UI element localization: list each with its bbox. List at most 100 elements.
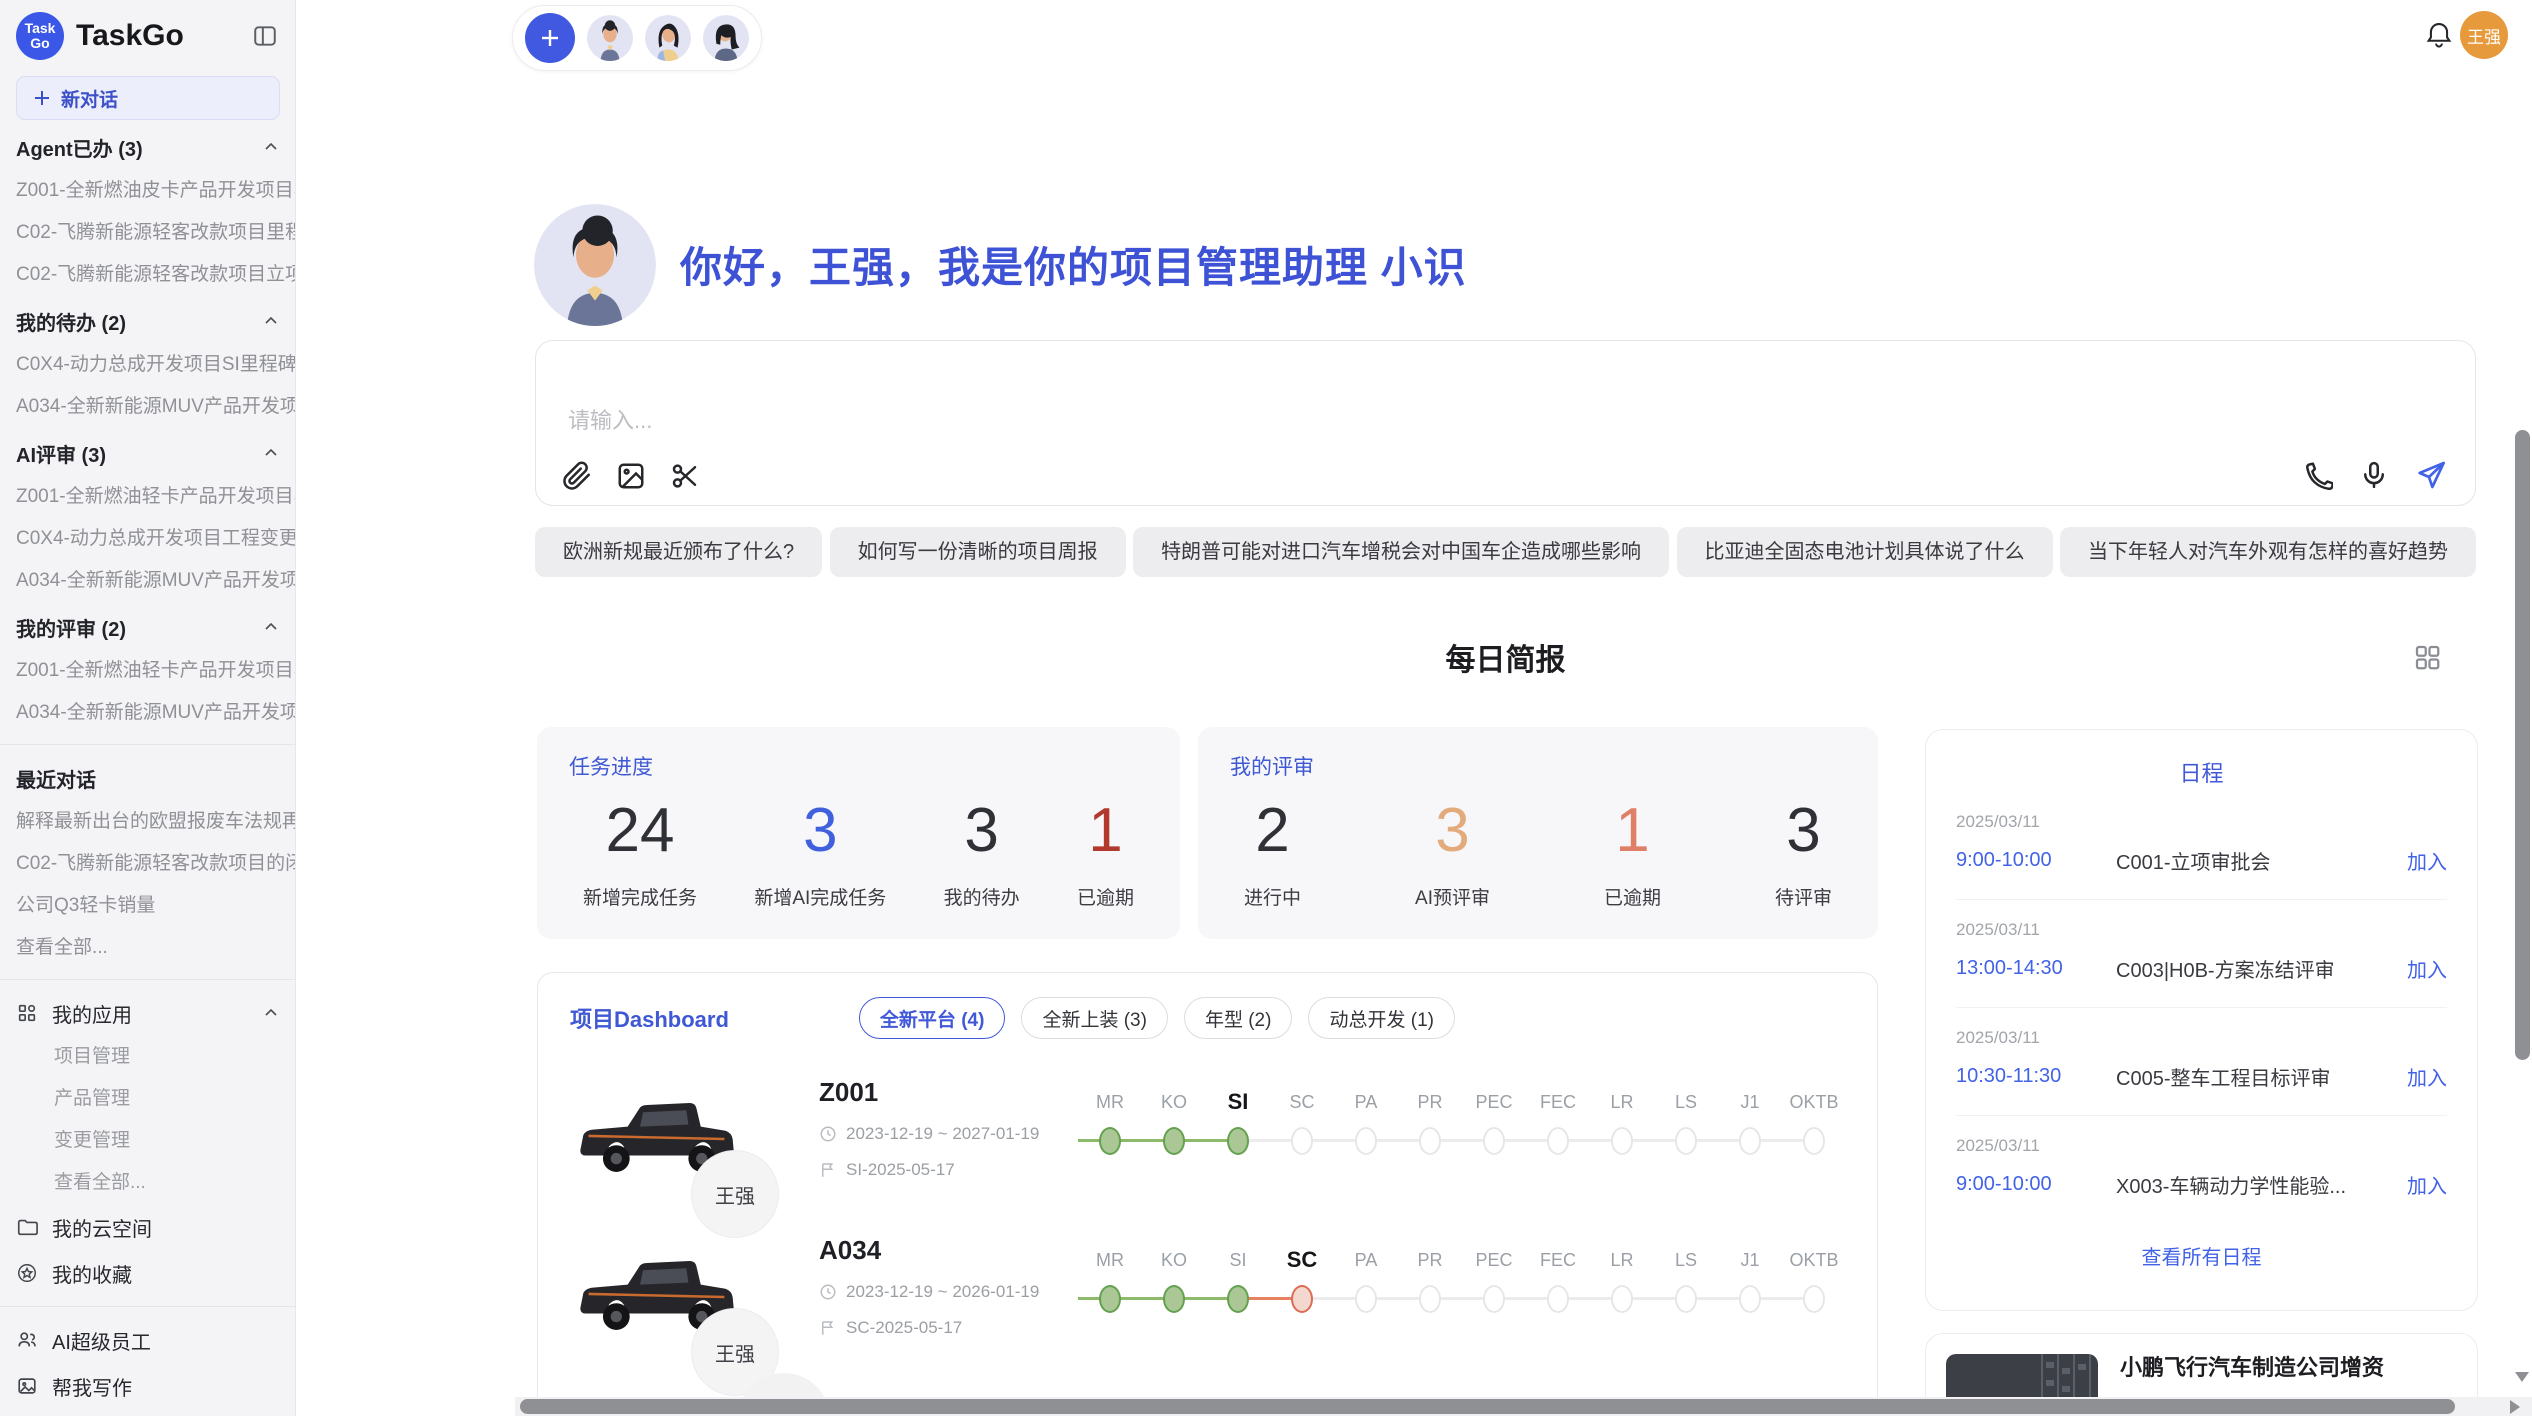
project-row[interactable]: 王强 Z001 2023-12-19 ~ 2027-01-19 SI-2025-… xyxy=(570,1073,1845,1231)
dashboard-tab[interactable]: 全新平台 (4) xyxy=(859,997,1006,1039)
project-flag-milestone: SC-2025-05-17 xyxy=(819,1318,1072,1338)
sidebar-item-ai-staff[interactable]: AI超级员工 xyxy=(0,1317,295,1363)
event-join-link[interactable]: 加入 xyxy=(2407,954,2447,983)
stat-item: 3 AI预评审 xyxy=(1415,797,1490,910)
notifications-bell-icon[interactable] xyxy=(2424,20,2454,50)
sidebar-item-help-write[interactable]: 帮我写作 xyxy=(0,1363,295,1409)
recent-chat-item[interactable]: 解释最新出台的欧盟报废车法规再生塑料比例被调至15%... xyxy=(0,801,295,843)
milestone: LS xyxy=(1654,1085,1718,1163)
milestone: FEC xyxy=(1526,1085,1590,1163)
layout-grid-icon[interactable] xyxy=(2412,642,2442,672)
sidebar-item[interactable]: C02-飞腾新能源轻客改款项目立项汇报方案 xyxy=(0,254,295,296)
sidebar-section-header[interactable]: 我的待办 (2) xyxy=(0,298,295,344)
sidebar-item[interactable]: A034-全新新能源MUV产品开发项目造型可行性评审 xyxy=(0,692,295,734)
milestone: LR xyxy=(1590,1243,1654,1321)
sidebar-item[interactable]: C02-飞腾新能源轻客改款项目里程碑画布 xyxy=(0,212,295,254)
project-dates: 2023-12-19 ~ 2027-01-19 xyxy=(819,1124,1072,1144)
image-doc-icon xyxy=(16,1375,38,1397)
suggestion-chip[interactable]: 如何写一份清晰的项目周报 xyxy=(830,527,1126,577)
sidebar-item[interactable]: C0X4-动力总成开发项目SI里程碑提交物检查 xyxy=(0,344,295,386)
recent-chat-item[interactable]: 公司Q3轻卡销量 xyxy=(0,885,295,927)
milestone-dot-row xyxy=(1526,1119,1590,1163)
sidebar-item-my-apps[interactable]: 我的应用 xyxy=(0,990,295,1036)
app-subitem[interactable]: 变更管理 xyxy=(0,1120,295,1162)
chevron-up-icon xyxy=(263,313,279,329)
sidebar-item[interactable]: A034-全新新能源MUV产品开发项目法规符合性评审 xyxy=(0,560,295,602)
milestone-dot xyxy=(1547,1127,1569,1155)
milestone-dot-row xyxy=(1334,1277,1398,1321)
milestone-dot-row xyxy=(1398,1119,1462,1163)
view-all-schedule-link[interactable]: 查看所有日程 xyxy=(1926,1241,2477,1270)
schedule-event: 2025/03/11 9:00-10:00 C001-立项审批会 加入 xyxy=(1956,792,2447,900)
sidebar-item-cloud-space[interactable]: 我的云空间 xyxy=(0,1204,295,1250)
sidebar-item[interactable]: A034-全新新能源MUV产品开发项目计划变更表编写 xyxy=(0,386,295,428)
dashboard-tab[interactable]: 动总开发 (1) xyxy=(1308,997,1455,1039)
sidebar-section-header[interactable]: 我的评审 (2) xyxy=(0,604,295,650)
stat-label: 进行中 xyxy=(1244,883,1301,910)
logo-line-2: Go xyxy=(30,36,49,51)
dashboard-tab[interactable]: 年型 (2) xyxy=(1184,997,1293,1039)
session-avatar-2[interactable] xyxy=(645,15,691,61)
milestone-label: FEC xyxy=(1526,1085,1590,1119)
stat-label: 待评审 xyxy=(1775,883,1832,910)
milestone-dot xyxy=(1675,1127,1697,1155)
scroll-down-arrow-icon[interactable] xyxy=(2515,1372,2529,1382)
sidebar-section-header[interactable]: AI评审 (3) xyxy=(0,430,295,476)
vertical-scrollbar xyxy=(2513,0,2532,1416)
avatar-woman2-icon xyxy=(703,15,749,61)
scissors-icon[interactable] xyxy=(670,461,700,491)
chevron-up-icon xyxy=(263,139,279,155)
microphone-icon[interactable] xyxy=(2359,460,2389,490)
phone-call-icon[interactable] xyxy=(2303,460,2333,490)
recent-chat-item[interactable]: 查看全部... xyxy=(0,927,295,969)
sidebar-section-header[interactable]: Agent已办 (3) xyxy=(0,124,295,170)
sidebar-section: 我的评审 (2) Z001-全新燃油轻卡产品开发项目SI节点属性5D文件评审 A… xyxy=(0,604,295,734)
attachment-icon[interactable] xyxy=(562,461,592,491)
sidebar-item-creative-draw[interactable]: 创意制图 xyxy=(0,1409,295,1416)
stat-value: 24 xyxy=(583,797,697,865)
recent-chats-header: 最近对话 xyxy=(0,755,295,801)
milestone-dot-row xyxy=(1206,1119,1270,1163)
sidebar-item[interactable]: Z001-全新燃油轻卡产品开发项目SI节点属性5D文件评审 xyxy=(0,650,295,692)
milestone-dot xyxy=(1675,1285,1697,1313)
sidebar-item[interactable]: C0X4-动力总成开发项目工程变更评审 xyxy=(0,518,295,560)
send-icon[interactable] xyxy=(2415,459,2447,491)
clock-icon xyxy=(819,1283,837,1301)
app-subitem[interactable]: 产品管理 xyxy=(0,1078,295,1120)
user-avatar[interactable]: 王强 xyxy=(2460,11,2508,59)
sidebar-item[interactable]: Z001-全新燃油轻卡产品开发项目SI造型提交物评审 xyxy=(0,476,295,518)
new-session-button[interactable] xyxy=(525,13,575,63)
project-row[interactable]: 王强 A034 2023-12-19 ~ 2026-01-19 SC-2025-… xyxy=(570,1231,1845,1389)
milestone-label: MR xyxy=(1078,1243,1142,1277)
app-subitem[interactable]: 查看全部... xyxy=(0,1162,295,1204)
event-join-link[interactable]: 加入 xyxy=(2407,1062,2447,1091)
session-avatar-3[interactable] xyxy=(703,15,749,61)
milestone-dot xyxy=(1483,1285,1505,1313)
sidebar-item-favorites[interactable]: 我的收藏 xyxy=(0,1250,295,1296)
milestone: PEC xyxy=(1462,1085,1526,1163)
milestone-label: PR xyxy=(1398,1243,1462,1277)
dashboard-tab[interactable]: 全新上装 (3) xyxy=(1021,997,1168,1039)
milestone-dot xyxy=(1419,1285,1441,1313)
schedule-list: 2025/03/11 9:00-10:00 C001-立项审批会 加入 2025… xyxy=(1926,792,2477,1223)
new-chat-button[interactable]: 新对话 xyxy=(16,76,280,120)
suggestion-chip[interactable]: 欧洲新规最近颁布了什么? xyxy=(535,527,822,577)
sidebar-collapse-button[interactable] xyxy=(251,22,279,50)
chat-input[interactable] xyxy=(566,401,1466,441)
recent-chat-item[interactable]: C02-飞腾新能源轻客改款项目的闭环通告反馈情况 xyxy=(0,843,295,885)
event-join-link[interactable]: 加入 xyxy=(2407,1170,2447,1199)
milestone-label: SI xyxy=(1206,1243,1270,1277)
session-avatar-1[interactable] xyxy=(587,15,633,61)
suggestion-chip[interactable]: 比亚迪全固态电池计划具体说了什么 xyxy=(1677,527,2053,577)
sidebar-item[interactable]: Z001-全新燃油皮卡产品开发项目SI节点Lesson Learn报告 xyxy=(0,170,295,212)
event-title: C001-立项审批会 xyxy=(2116,846,2407,875)
event-join-link[interactable]: 加入 xyxy=(2407,846,2447,875)
image-upload-icon[interactable] xyxy=(616,461,646,491)
app-subitem[interactable]: 项目管理 xyxy=(0,1036,295,1078)
milestone-dot-row xyxy=(1782,1277,1846,1321)
suggestion-chip[interactable]: 当下年轻人对汽车外观有怎样的喜好趋势 xyxy=(2060,527,2476,577)
vertical-scrollbar-thumb[interactable] xyxy=(2515,430,2530,1060)
horizontal-scrollbar-thumb[interactable] xyxy=(520,1399,2455,1414)
stat-item: 24 新增完成任务 xyxy=(583,797,697,910)
suggestion-chip[interactable]: 特朗普可能对进口汽车增税会对中国车企造成哪些影响 xyxy=(1133,527,1669,577)
